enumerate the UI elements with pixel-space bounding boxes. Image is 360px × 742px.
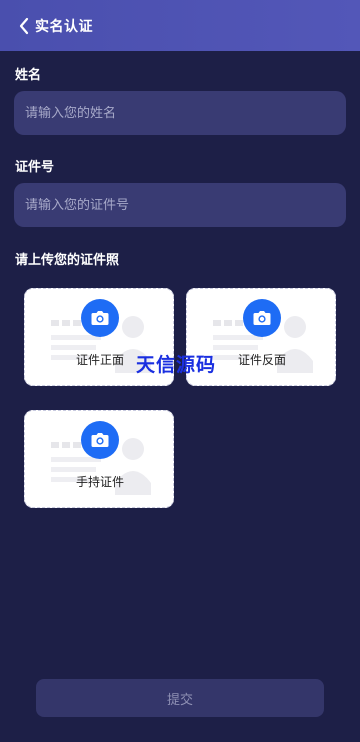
name-input[interactable] bbox=[25, 105, 346, 121]
camera-icon bbox=[91, 311, 109, 325]
camera-button bbox=[81, 299, 119, 337]
upload-card-handheld[interactable]: 手持证件 bbox=[24, 410, 174, 508]
upload-label: 请上传您的证件照 bbox=[15, 253, 120, 268]
name-label: 姓名 bbox=[15, 68, 42, 83]
submit-button[interactable]: 提交 bbox=[36, 679, 324, 717]
header-bar: 实名认证 bbox=[0, 0, 360, 51]
id-field-container bbox=[14, 183, 346, 227]
camera-icon bbox=[253, 311, 271, 325]
name-field-container bbox=[14, 91, 346, 135]
id-number-input[interactable] bbox=[25, 197, 346, 213]
page: 实名认证 姓名 证件号 请上传您的证件照 证件正面 bbox=[0, 0, 360, 742]
camera-button bbox=[243, 299, 281, 337]
page-title: 实名认证 bbox=[35, 18, 93, 35]
camera-button bbox=[81, 421, 119, 459]
chevron-left-icon bbox=[19, 17, 29, 34]
upload-card-label: 手持证件 bbox=[75, 475, 124, 489]
id-label: 证件号 bbox=[15, 160, 55, 175]
watermark-text: 天信源码 bbox=[136, 354, 217, 376]
camera-icon bbox=[91, 433, 109, 447]
back-button[interactable] bbox=[13, 0, 35, 51]
